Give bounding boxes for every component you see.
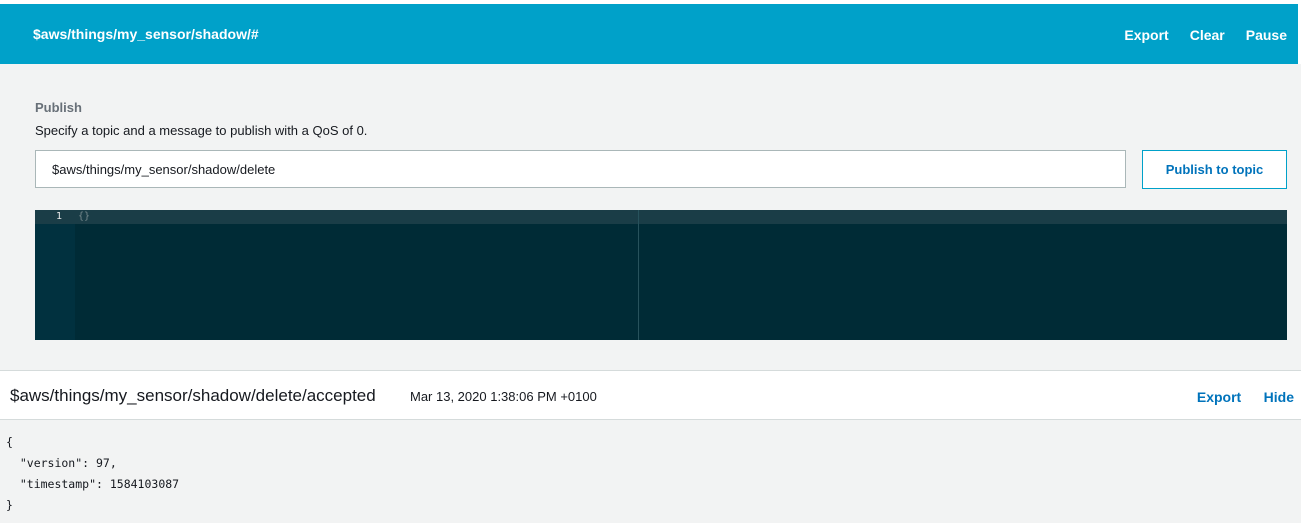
clear-button[interactable]: Clear	[1190, 27, 1225, 43]
publish-description: Specify a topic and a message to publish…	[35, 123, 368, 138]
export-button[interactable]: Export	[1124, 27, 1168, 43]
publish-to-topic-button[interactable]: Publish to topic	[1142, 150, 1287, 189]
publish-heading: Publish	[35, 100, 82, 115]
message-timestamp: Mar 13, 2020 1:38:06 PM +0100	[410, 389, 597, 404]
message-topic: $aws/things/my_sensor/shadow/delete/acce…	[10, 386, 376, 405]
pause-button[interactable]: Pause	[1246, 27, 1287, 43]
publish-topic-input[interactable]	[35, 150, 1126, 188]
message-actions: Export Hide	[1179, 389, 1294, 407]
message-header: $aws/things/my_sensor/shadow/delete/acce…	[0, 370, 1301, 420]
publish-panel: Publish Specify a topic and a message to…	[0, 64, 1301, 370]
message-export-button[interactable]: Export	[1197, 389, 1241, 405]
editor-active-line	[35, 210, 1287, 224]
subscription-topic-title: $aws/things/my_sensor/shadow/#	[33, 26, 259, 42]
message-hide-button[interactable]: Hide	[1264, 389, 1294, 405]
editor-line-number: 1	[55, 211, 62, 222]
message-editor[interactable]: 1 {}	[35, 210, 1287, 340]
editor-print-margin	[638, 210, 639, 340]
message-payload: { "version": 97, "timestamp": 1584103087…	[6, 435, 180, 512]
message-payload-panel: { "version": 97, "timestamp": 1584103087…	[0, 420, 1301, 523]
subscription-actions: Export Clear Pause	[1103, 27, 1287, 43]
editor-gutter	[35, 210, 75, 340]
editor-code[interactable]: {}	[78, 211, 90, 222]
subscription-header-bar: $aws/things/my_sensor/shadow/# Export Cl…	[0, 4, 1298, 64]
